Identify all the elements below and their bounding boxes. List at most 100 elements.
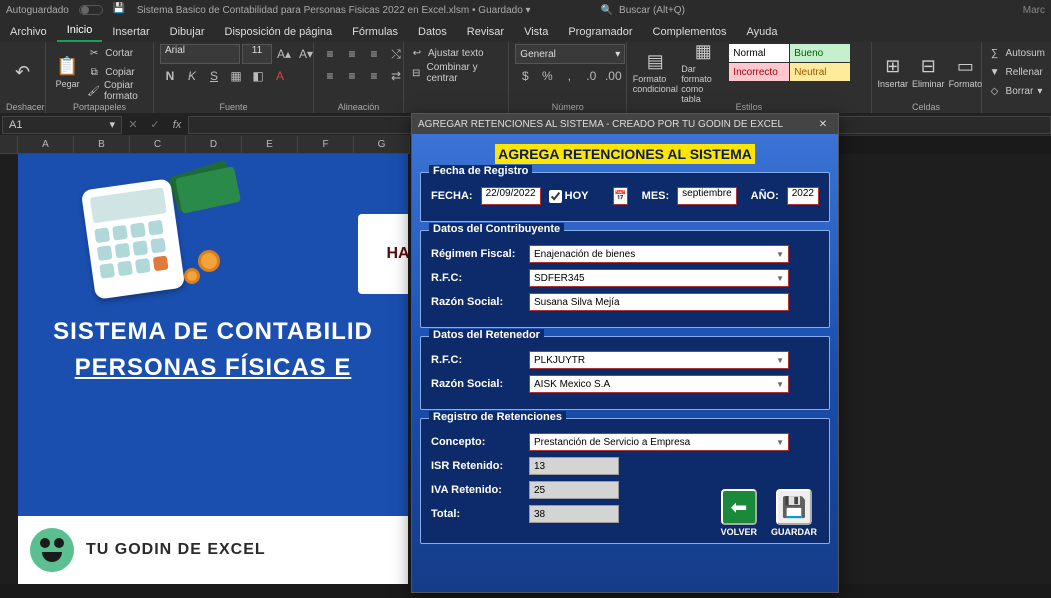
font-size-select[interactable]: 11 <box>242 44 272 64</box>
font-name-select[interactable]: Arial <box>160 44 240 64</box>
calendar-icon[interactable]: 📅 <box>613 187 627 205</box>
cond-icon: ▤ <box>647 51 664 72</box>
align-top-icon[interactable]: ≡ <box>320 44 340 64</box>
regimen-select[interactable]: Enajenación de bienes▼ <box>529 245 789 263</box>
isr-label: ISR Retenido: <box>431 460 521 472</box>
search-icon: 🔍 <box>601 5 613 16</box>
inc-decimals-button[interactable]: .0 <box>581 66 601 86</box>
menu-bar: Archivo Inicio Insertar Dibujar Disposic… <box>0 20 1051 42</box>
format-painter-button[interactable]: 🖌Copiar formato <box>87 82 147 100</box>
iva-label: IVA Retenido: <box>431 484 521 496</box>
format-cells-button[interactable]: ▭Formato <box>949 44 983 100</box>
delete-cells-button[interactable]: ⊟Eliminar <box>912 44 945 100</box>
col-header[interactable]: A <box>18 136 74 154</box>
fieldset-contribuyente: Datos del Contribuyente Régimen Fiscal: … <box>420 230 830 328</box>
autosum-button[interactable]: ∑Autosum <box>988 44 1045 62</box>
name-box[interactable]: A1▾ <box>2 116 122 134</box>
rfc-select[interactable]: SDFER345▼ <box>529 269 789 287</box>
clear-button[interactable]: ◇Borrar ▾ <box>988 82 1043 100</box>
alignment-grid[interactable]: ≡≡≡⤭ ≡≡≡⇄ <box>320 44 406 86</box>
comma-button[interactable]: , <box>559 66 579 86</box>
accept-formula-icon[interactable]: ✓ <box>144 118 166 131</box>
ano-input[interactable]: 2022 <box>787 187 819 205</box>
copy-icon: ⧉ <box>87 67 101 78</box>
undo-button[interactable]: ↶ <box>6 44 39 100</box>
decrease-font-icon[interactable]: A▾ <box>296 44 316 64</box>
hoy-checkbox[interactable]: HOY <box>549 190 606 203</box>
style-incorrecto[interactable]: Incorrecto <box>729 63 789 81</box>
guardar-button[interactable]: 💾 GUARDAR <box>771 489 817 537</box>
undo-icon: ↶ <box>15 62 30 83</box>
font-color-button[interactable]: A <box>270 66 290 86</box>
conditional-format-button[interactable]: ▤Formato condicional <box>633 44 677 100</box>
menu-revisar[interactable]: Revisar <box>457 22 514 42</box>
cancel-formula-icon[interactable]: ✕ <box>122 118 144 131</box>
style-normal[interactable]: Normal <box>729 44 789 62</box>
menu-dibujar[interactable]: Dibujar <box>160 22 215 42</box>
isr-input[interactable]: 13 <box>529 457 619 475</box>
cut-button[interactable]: ✂Cortar <box>87 44 147 62</box>
menu-insertar[interactable]: Insertar <box>102 22 159 42</box>
percent-button[interactable]: % <box>537 66 557 86</box>
iva-input[interactable]: 25 <box>529 481 619 499</box>
dec-decimals-button[interactable]: .00 <box>603 66 623 86</box>
merge-center-button[interactable]: ⊟Combinar y centrar <box>410 64 502 82</box>
col-header[interactable]: C <box>130 136 186 154</box>
chevron-down-icon: ▼ <box>776 250 784 259</box>
col-header[interactable]: F <box>298 136 354 154</box>
bold-button[interactable]: N <box>160 66 180 86</box>
menu-formulas[interactable]: Fórmulas <box>342 22 408 42</box>
menu-archivo[interactable]: Archivo <box>0 22 57 42</box>
ret-razon-select[interactable]: AISK Mexico S.A▼ <box>529 375 789 393</box>
fx-button[interactable]: fx <box>166 119 188 131</box>
italic-button[interactable]: K <box>182 66 202 86</box>
ret-razon-label: Razón Social: <box>431 378 521 390</box>
underline-button[interactable]: S <box>204 66 224 86</box>
mes-input[interactable]: septiembre <box>677 187 736 205</box>
copy-button[interactable]: ⧉Copiar <box>87 63 147 81</box>
modal-titlebar[interactable]: AGREGAR RETENCIONES AL SISTEMA - CREADO … <box>412 114 838 134</box>
menu-disposicion[interactable]: Disposición de página <box>215 22 343 42</box>
fill-button[interactable]: ▼Rellenar <box>988 63 1043 81</box>
menu-ayuda[interactable]: Ayuda <box>737 22 788 42</box>
menu-inicio[interactable]: Inicio <box>57 20 103 42</box>
style-neutral[interactable]: Neutral <box>790 63 850 81</box>
col-header[interactable]: E <box>242 136 298 154</box>
razon-input[interactable]: Susana Silva Mejía <box>529 293 789 311</box>
select-all-corner[interactable] <box>0 136 18 154</box>
col-header[interactable]: G <box>354 136 410 154</box>
menu-vista[interactable]: Vista <box>514 22 558 42</box>
column-headers: A B C D E F G <box>18 136 410 154</box>
autosave-toggle[interactable] <box>79 5 103 15</box>
insert-cells-button[interactable]: ⊞Insertar <box>878 44 909 100</box>
regimen-label: Régimen Fiscal: <box>431 248 521 260</box>
user-name[interactable]: Marc <box>1023 5 1045 16</box>
poster-line2: PERSONAS FÍSICAS E <box>28 354 398 382</box>
menu-programador[interactable]: Programador <box>558 22 642 42</box>
userform-modal: AGREGAR RETENCIONES AL SISTEMA - CREADO … <box>411 113 839 593</box>
number-format-select[interactable]: General▾ <box>515 44 625 64</box>
format-table-button[interactable]: ▦Dar formato como tabla <box>681 44 725 100</box>
volver-button[interactable]: ⬅ VOLVER <box>721 489 757 537</box>
currency-button[interactable]: $ <box>515 66 535 86</box>
menu-datos[interactable]: Datos <box>408 22 457 42</box>
concepto-select[interactable]: Prestanción de Servicio a Empresa▼ <box>529 433 789 451</box>
ret-rfc-select[interactable]: PLKJUYTR▼ <box>529 351 789 369</box>
close-icon[interactable]: ✕ <box>814 119 832 130</box>
menu-complementos[interactable]: Complementos <box>643 22 737 42</box>
group-align: Alineación <box>320 102 397 113</box>
fill-color-button[interactable]: ◧ <box>248 66 268 86</box>
style-bueno[interactable]: Bueno <box>790 44 850 62</box>
fecha-input[interactable]: 22/09/2022 <box>481 187 541 205</box>
format-icon: ▭ <box>957 56 974 77</box>
save-icon[interactable]: 💾 <box>113 3 127 17</box>
wrap-text-button[interactable]: ↩Ajustar texto <box>410 44 484 62</box>
total-label: Total: <box>431 508 521 520</box>
border-button[interactable]: ▦ <box>226 66 246 86</box>
paste-button[interactable]: 📋Pegar <box>52 44 83 100</box>
col-header[interactable]: D <box>186 136 242 154</box>
calculator-icon <box>81 178 185 299</box>
increase-font-icon[interactable]: A▴ <box>274 44 294 64</box>
col-header[interactable]: B <box>74 136 130 154</box>
search-box[interactable]: 🔍 Buscar (Alt+Q) <box>601 5 685 16</box>
